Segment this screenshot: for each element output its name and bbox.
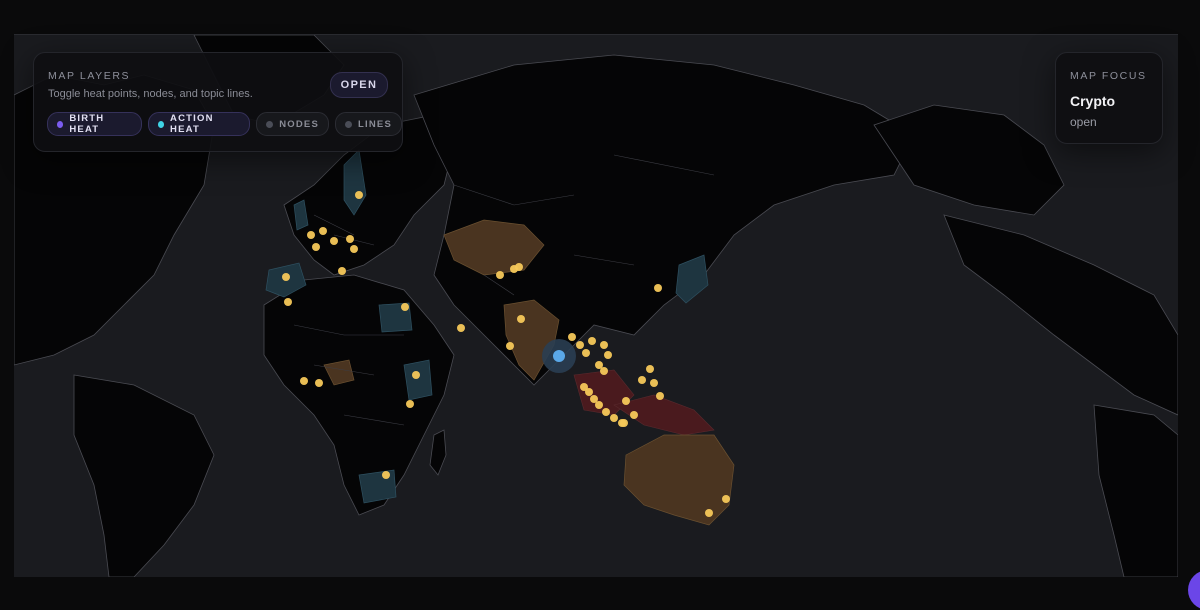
heat-point bbox=[622, 397, 630, 405]
region-australia bbox=[623, 434, 735, 526]
heat-point bbox=[604, 351, 612, 359]
heat-point bbox=[610, 414, 618, 422]
chip-label: BIRTH HEAT bbox=[69, 113, 105, 135]
heat-point bbox=[576, 341, 584, 349]
heat-point bbox=[401, 303, 409, 311]
heat-point bbox=[346, 235, 354, 243]
heat-point bbox=[722, 495, 730, 503]
chip-nodes[interactable]: NODES bbox=[256, 112, 330, 136]
heat-point bbox=[582, 349, 590, 357]
map-focus-value: Crypto bbox=[1070, 93, 1116, 109]
heat-point bbox=[315, 379, 323, 387]
heat-point bbox=[646, 365, 654, 373]
assistant-launcher-button[interactable] bbox=[1188, 570, 1200, 610]
heat-point bbox=[638, 376, 646, 384]
heat-point bbox=[654, 284, 662, 292]
heat-point bbox=[284, 298, 292, 306]
focus-node[interactable] bbox=[553, 350, 565, 362]
map-layers-subtitle: Toggle heat points, nodes, and topic lin… bbox=[48, 88, 253, 100]
heat-point bbox=[602, 408, 610, 416]
heat-point bbox=[382, 471, 390, 479]
heat-point bbox=[355, 191, 363, 199]
heat-point bbox=[338, 267, 346, 275]
heat-point bbox=[600, 341, 608, 349]
layer-chips: BIRTH HEAT ACTION HEAT NODES LINES bbox=[47, 112, 402, 136]
heat-point bbox=[496, 271, 504, 279]
heat-point bbox=[630, 411, 638, 419]
heat-point bbox=[588, 337, 596, 345]
heat-point bbox=[568, 333, 576, 341]
heat-point bbox=[517, 315, 525, 323]
heat-point bbox=[506, 342, 514, 350]
region-east-africa bbox=[403, 359, 433, 401]
heat-point bbox=[515, 263, 523, 271]
heat-point bbox=[307, 231, 315, 239]
heat-point bbox=[406, 400, 414, 408]
heat-point bbox=[705, 509, 713, 517]
lines-dot-icon bbox=[345, 120, 353, 128]
heat-point bbox=[650, 379, 658, 387]
chip-label: ACTION HEAT bbox=[170, 113, 214, 135]
heat-point bbox=[656, 392, 664, 400]
heat-point bbox=[350, 245, 358, 253]
heat-point bbox=[618, 419, 626, 427]
map-layers-title: MAP LAYERS bbox=[48, 70, 131, 82]
landmass-madagascar bbox=[429, 429, 447, 476]
map-focus-title: MAP FOCUS bbox=[1070, 70, 1147, 82]
heat-point bbox=[300, 377, 308, 385]
heat-point bbox=[585, 388, 593, 396]
landmass-alaska bbox=[873, 104, 1065, 216]
heat-point bbox=[600, 367, 608, 375]
nodes-dot-icon bbox=[266, 120, 274, 128]
map-layers-panel: MAP LAYERS Toggle heat points, nodes, an… bbox=[33, 52, 403, 152]
map-focus-status: open bbox=[1070, 115, 1097, 129]
heat-point bbox=[312, 243, 320, 251]
heat-point bbox=[282, 273, 290, 281]
birth-heat-dot-icon bbox=[57, 120, 64, 128]
heat-point bbox=[330, 237, 338, 245]
heat-point bbox=[319, 227, 327, 235]
landmass-asia bbox=[413, 54, 915, 386]
landmass-north-america-east bbox=[943, 214, 1178, 416]
landmass-south-america-east bbox=[1093, 404, 1178, 577]
chip-label: NODES bbox=[279, 118, 320, 130]
action-heat-dot-icon bbox=[157, 120, 165, 128]
map-focus-panel: MAP FOCUS Crypto open bbox=[1055, 52, 1163, 144]
chip-birth-heat[interactable]: BIRTH HEAT bbox=[47, 112, 142, 136]
open-layers-button[interactable]: OPEN bbox=[330, 72, 388, 98]
heat-point bbox=[457, 324, 465, 332]
chip-action-heat[interactable]: ACTION HEAT bbox=[147, 112, 251, 136]
region-south-africa bbox=[358, 469, 397, 504]
heat-point bbox=[595, 401, 603, 409]
landmass-south-america bbox=[73, 374, 215, 577]
heat-point bbox=[412, 371, 420, 379]
chip-lines[interactable]: LINES bbox=[335, 112, 402, 136]
chip-label: LINES bbox=[358, 118, 392, 130]
